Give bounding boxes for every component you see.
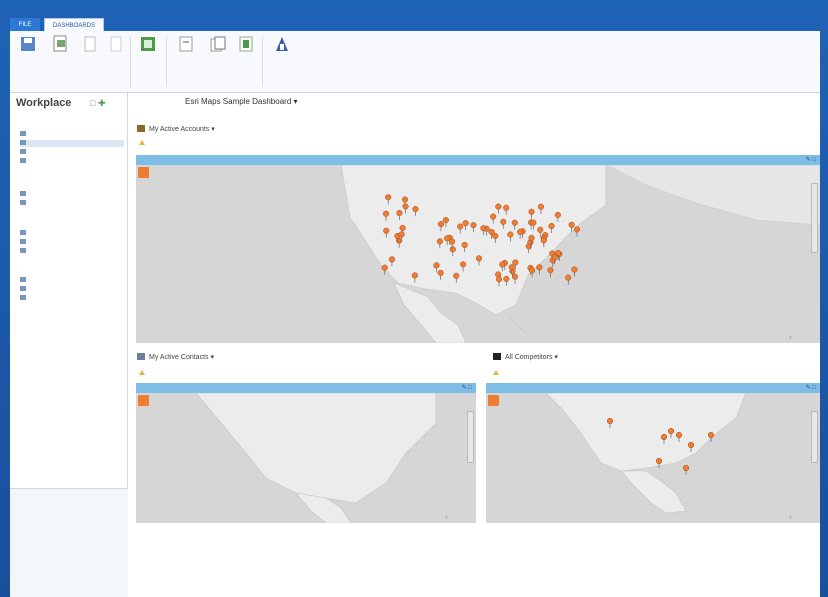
share-icon: [179, 36, 193, 52]
save-button[interactable]: [12, 35, 44, 77]
nav-item[interactable]: [20, 200, 124, 207]
workplace-title: Workplace: [16, 97, 72, 109]
area-switcher: [10, 488, 128, 597]
entity-icon: [20, 248, 26, 253]
map-tools[interactable]: ✎ □: [806, 384, 816, 391]
panel-subtitle[interactable]: [493, 370, 502, 377]
share-button[interactable]: [170, 35, 202, 77]
entity-icon: [20, 200, 26, 205]
app-window: FILE DASHBOARDS Workplace □ ✚ Esri Maps …: [0, 0, 828, 597]
delete-icon: [110, 36, 122, 52]
competitors-icon: [493, 353, 501, 360]
entity-icon: [20, 295, 26, 300]
entity-icon: [20, 239, 26, 244]
refresh-icon: [239, 36, 253, 52]
map-tools[interactable]: ✎ □: [806, 156, 816, 163]
warning-icon: [139, 370, 145, 375]
excel-icon: [141, 37, 155, 51]
zoom-slider[interactable]: [467, 411, 474, 463]
tab-file[interactable]: FILE: [10, 18, 40, 32]
save-icon: [21, 37, 35, 51]
report-button[interactable]: [266, 35, 298, 77]
refresh-button[interactable]: [230, 35, 262, 77]
nav-item[interactable]: [20, 131, 124, 138]
zoom-slider[interactable]: [811, 183, 818, 253]
ribbon-separator: [262, 37, 263, 87]
edit-icon: [84, 36, 96, 52]
map-legend-icon[interactable]: [138, 167, 149, 178]
ribbon-toolbar: [10, 31, 820, 93]
zoom-slider[interactable]: [811, 411, 818, 463]
basemap: [136, 165, 820, 343]
ribbon-separator: [130, 37, 131, 87]
export-excel-button[interactable]: [132, 35, 164, 77]
workplace-icons[interactable]: □ ✚: [90, 98, 106, 109]
map-attribution: ©: [789, 335, 792, 340]
map-toolbar: ✎ □: [136, 155, 820, 165]
nav-item[interactable]: [20, 149, 124, 156]
nav-item[interactable]: [20, 295, 124, 302]
new-button[interactable]: [44, 35, 76, 77]
map-view-competitors[interactable]: ©: [486, 393, 820, 523]
add-icon[interactable]: ✚: [98, 98, 106, 108]
tab-dashboards[interactable]: DASHBOARDS: [44, 18, 104, 32]
entity-icon: [20, 158, 26, 163]
panel-title[interactable]: My Active Contacts ▾: [137, 353, 214, 361]
map-view-accounts[interactable]: ©: [136, 165, 820, 343]
entity-icon: [20, 131, 26, 136]
report-icon: [276, 37, 288, 51]
delete-button[interactable]: [100, 35, 132, 77]
warning-icon: [139, 140, 145, 145]
ribbon-separator: [166, 37, 167, 87]
nav-item[interactable]: [20, 158, 124, 165]
nav-item[interactable]: [20, 248, 124, 255]
panel-title[interactable]: My Active Accounts ▾: [137, 125, 215, 133]
warning-icon: [493, 370, 499, 375]
accounts-icon: [137, 125, 145, 132]
entity-icon: [20, 149, 26, 154]
panel-title[interactable]: All Competitors ▾: [493, 353, 558, 361]
entity-icon: [20, 277, 26, 282]
map-toolbar: ✎ □: [136, 383, 476, 393]
nav-item[interactable]: [20, 277, 124, 284]
basemap: [486, 393, 820, 523]
nav-item[interactable]: [20, 191, 124, 198]
nav-item[interactable]: [20, 239, 124, 246]
map-tools[interactable]: ✎ □: [462, 384, 472, 391]
dashboard-area: Esri Maps Sample Dashboard ▾ My Active A…: [128, 93, 820, 597]
entity-icon: [20, 230, 26, 235]
map-legend-icon[interactable]: [488, 395, 499, 406]
entity-icon: [20, 286, 26, 291]
entity-icon: [20, 191, 26, 196]
panel-subtitle[interactable]: [139, 370, 148, 377]
nav-item-selected[interactable]: [20, 140, 124, 147]
map-attribution: ©: [789, 515, 792, 520]
nav-item[interactable]: [20, 286, 124, 293]
navigation-pane: Workplace □ ✚: [10, 93, 128, 597]
title-bar: [0, 0, 828, 20]
map-legend-icon[interactable]: [138, 395, 149, 406]
new-icon: [53, 35, 67, 52]
basemap: [136, 393, 476, 523]
map-attribution: ©: [445, 515, 448, 520]
dashboard-selector[interactable]: Esri Maps Sample Dashboard ▾: [185, 97, 298, 106]
entity-icon: [20, 140, 26, 145]
lock-icon[interactable]: □: [90, 98, 95, 108]
map-view-contacts[interactable]: ©: [136, 393, 476, 523]
map-toolbar: ✎ □: [486, 383, 820, 393]
nav-item[interactable]: [20, 230, 124, 237]
contacts-icon: [137, 353, 145, 360]
panel-subtitle[interactable]: [139, 140, 148, 147]
copy-icon: [210, 36, 226, 52]
